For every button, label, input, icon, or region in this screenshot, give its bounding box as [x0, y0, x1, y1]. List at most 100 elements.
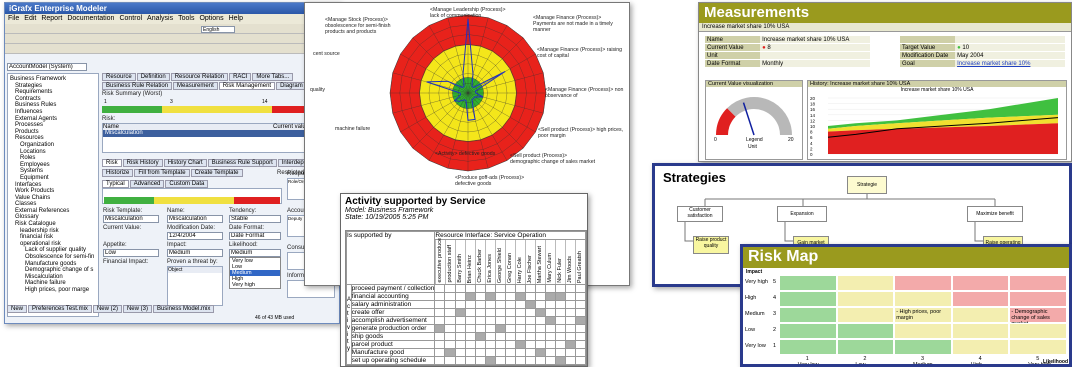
matrix-cell[interactable] — [545, 348, 557, 357]
tree-item[interactable]: Demographic change of s — [10, 267, 96, 274]
matrix-cell[interactable] — [535, 348, 547, 357]
matrix-cell[interactable] — [444, 356, 456, 365]
risk-cell[interactable] — [951, 275, 1010, 291]
matrix-cell[interactable] — [514, 332, 526, 341]
matrix-cell[interactable] — [454, 324, 466, 333]
risk-cell[interactable] — [894, 339, 952, 355]
lower-tab[interactable]: History Chart — [163, 159, 207, 167]
matrix-cell[interactable] — [474, 300, 486, 309]
matrix-cell[interactable] — [565, 284, 577, 293]
menu-file[interactable]: File — [8, 15, 19, 23]
risk-cell[interactable] — [779, 307, 837, 323]
risk-cell[interactable] — [836, 275, 895, 291]
matrix-cell[interactable] — [575, 316, 587, 325]
impact-select[interactable]: Medium — [167, 249, 223, 257]
matrix-cell[interactable] — [545, 300, 557, 309]
sub-tab[interactable]: Advanced — [129, 180, 165, 188]
matrix-cell[interactable] — [524, 348, 537, 357]
matrix-cell[interactable] — [565, 324, 577, 333]
tree-item[interactable]: Work Products — [10, 188, 96, 195]
matrix-cell[interactable] — [464, 308, 476, 317]
matrix-cell[interactable] — [474, 292, 486, 301]
action-button[interactable]: Fill from Template — [134, 169, 190, 177]
matrix-cell[interactable] — [434, 300, 446, 309]
matrix-cell[interactable] — [454, 292, 466, 301]
tree-item[interactable]: Products — [10, 129, 96, 136]
selected-risk-row[interactable]: Miscalculation — [103, 130, 333, 137]
matrix-cell[interactable] — [504, 340, 516, 349]
risk-cell[interactable] — [836, 323, 895, 339]
matrix-cell[interactable] — [444, 348, 456, 357]
matrix-cell[interactable] — [575, 356, 587, 365]
matrix-cell[interactable] — [535, 356, 547, 365]
matrix-cell[interactable] — [484, 340, 496, 349]
matrix-cell[interactable] — [545, 340, 557, 349]
matrix-cell[interactable] — [454, 340, 466, 349]
matrix-cell[interactable] — [545, 356, 557, 365]
matrix-cell[interactable] — [565, 332, 577, 341]
matrix-cell[interactable] — [565, 348, 577, 357]
risk-cell[interactable] — [779, 323, 837, 339]
action-button[interactable]: Historize — [102, 169, 134, 177]
risk-cell[interactable] — [894, 275, 952, 291]
matrix-cell[interactable] — [464, 300, 476, 309]
matrix-cell[interactable] — [524, 300, 537, 309]
matrix-cell[interactable] — [555, 292, 567, 301]
matrix-cell[interactable] — [535, 316, 547, 325]
matrix-cell[interactable] — [504, 316, 516, 325]
matrix-cell[interactable] — [464, 316, 476, 325]
appetite-select[interactable]: Low — [103, 249, 159, 257]
tab[interactable]: Definition — [136, 73, 170, 81]
tree-item[interactable]: Miscalculation — [10, 274, 96, 281]
tree-item[interactable]: operational risk — [10, 241, 96, 248]
matrix-cell[interactable] — [484, 308, 496, 317]
tendency-select[interactable]: Stable — [229, 215, 281, 223]
tab[interactable]: Risk Management — [218, 82, 276, 90]
matrix-cell[interactable] — [514, 356, 526, 365]
matrix-cell[interactable] — [454, 332, 466, 341]
matrix-cell[interactable] — [555, 316, 567, 325]
matrix-cell[interactable] — [464, 332, 476, 341]
risk-cell[interactable] — [836, 307, 895, 323]
matrix-cell[interactable] — [504, 292, 516, 301]
matrix-cell[interactable] — [484, 316, 496, 325]
matrix-cell[interactable] — [514, 284, 526, 293]
matrix-cell[interactable] — [474, 316, 486, 325]
matrix-cell[interactable] — [444, 332, 456, 341]
matrix-cell[interactable] — [444, 284, 456, 293]
tab[interactable]: Diagram — [276, 82, 307, 90]
strategy-node-customer-satisfaction[interactable]: Customer satisfaction — [677, 206, 723, 222]
matrix-cell[interactable] — [535, 292, 547, 301]
risk-cell[interactable] — [1009, 275, 1067, 291]
name-field[interactable]: Miscalculation — [167, 215, 223, 223]
tab[interactable]: Resource Relation — [170, 73, 229, 81]
matrix-cell[interactable] — [434, 356, 446, 365]
risk-cell[interactable] — [779, 291, 837, 307]
matrix-cell[interactable] — [494, 316, 506, 325]
matrix-cell[interactable] — [494, 340, 506, 349]
menu-tools[interactable]: Tools — [178, 15, 194, 23]
tree-item[interactable]: External References — [10, 208, 96, 215]
tab[interactable]: RACI — [229, 73, 252, 81]
tree-item[interactable]: Classes — [10, 201, 96, 208]
matrix-cell[interactable] — [575, 348, 587, 357]
tree-item[interactable]: Influences — [10, 109, 96, 116]
tree-item[interactable]: Processes — [10, 122, 96, 129]
matrix-cell[interactable] — [565, 292, 577, 301]
matrix-cell[interactable] — [535, 284, 547, 293]
matrix-cell[interactable] — [535, 332, 547, 341]
matrix-cell[interactable] — [524, 356, 537, 365]
matrix-cell[interactable] — [545, 332, 557, 341]
risk-cell[interactable] — [951, 323, 1010, 339]
matrix-cell[interactable] — [535, 340, 547, 349]
lower-tab[interactable]: Risk — [102, 159, 122, 167]
matrix-cell[interactable] — [494, 348, 506, 357]
matrix-cell[interactable] — [555, 356, 567, 365]
matrix-cell[interactable] — [444, 308, 456, 317]
matrix-cell[interactable] — [514, 324, 526, 333]
matrix-cell[interactable] — [494, 308, 506, 317]
matrix-cell[interactable] — [555, 300, 567, 309]
matrix-cell[interactable] — [545, 284, 557, 293]
tree-item[interactable]: leadership risk — [10, 228, 96, 235]
lower-tab[interactable]: Risk History — [122, 159, 163, 167]
